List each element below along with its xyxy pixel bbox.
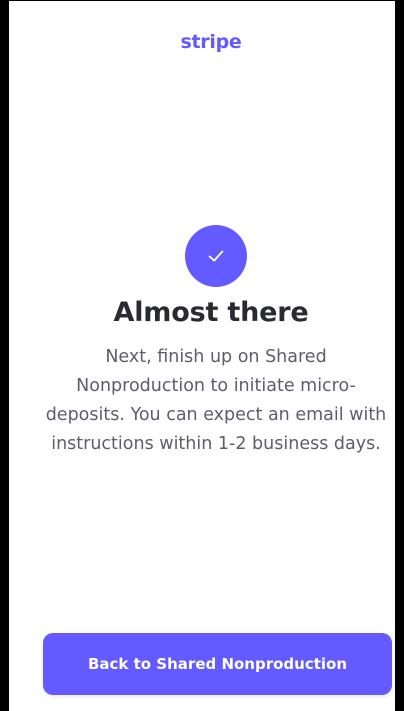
checkmark-icon [205, 245, 227, 267]
app-frame: stripe Almost there Next, finish up on S… [0, 0, 404, 711]
stripe-logo: stripe [9, 31, 404, 53]
success-badge [185, 225, 247, 287]
instructions-text: Next, finish up on Shared Nonproduction … [39, 343, 393, 459]
back-to-shared-nonproduction-button[interactable]: Back to Shared Nonproduction [43, 633, 392, 695]
page-title: Almost there [9, 297, 404, 328]
